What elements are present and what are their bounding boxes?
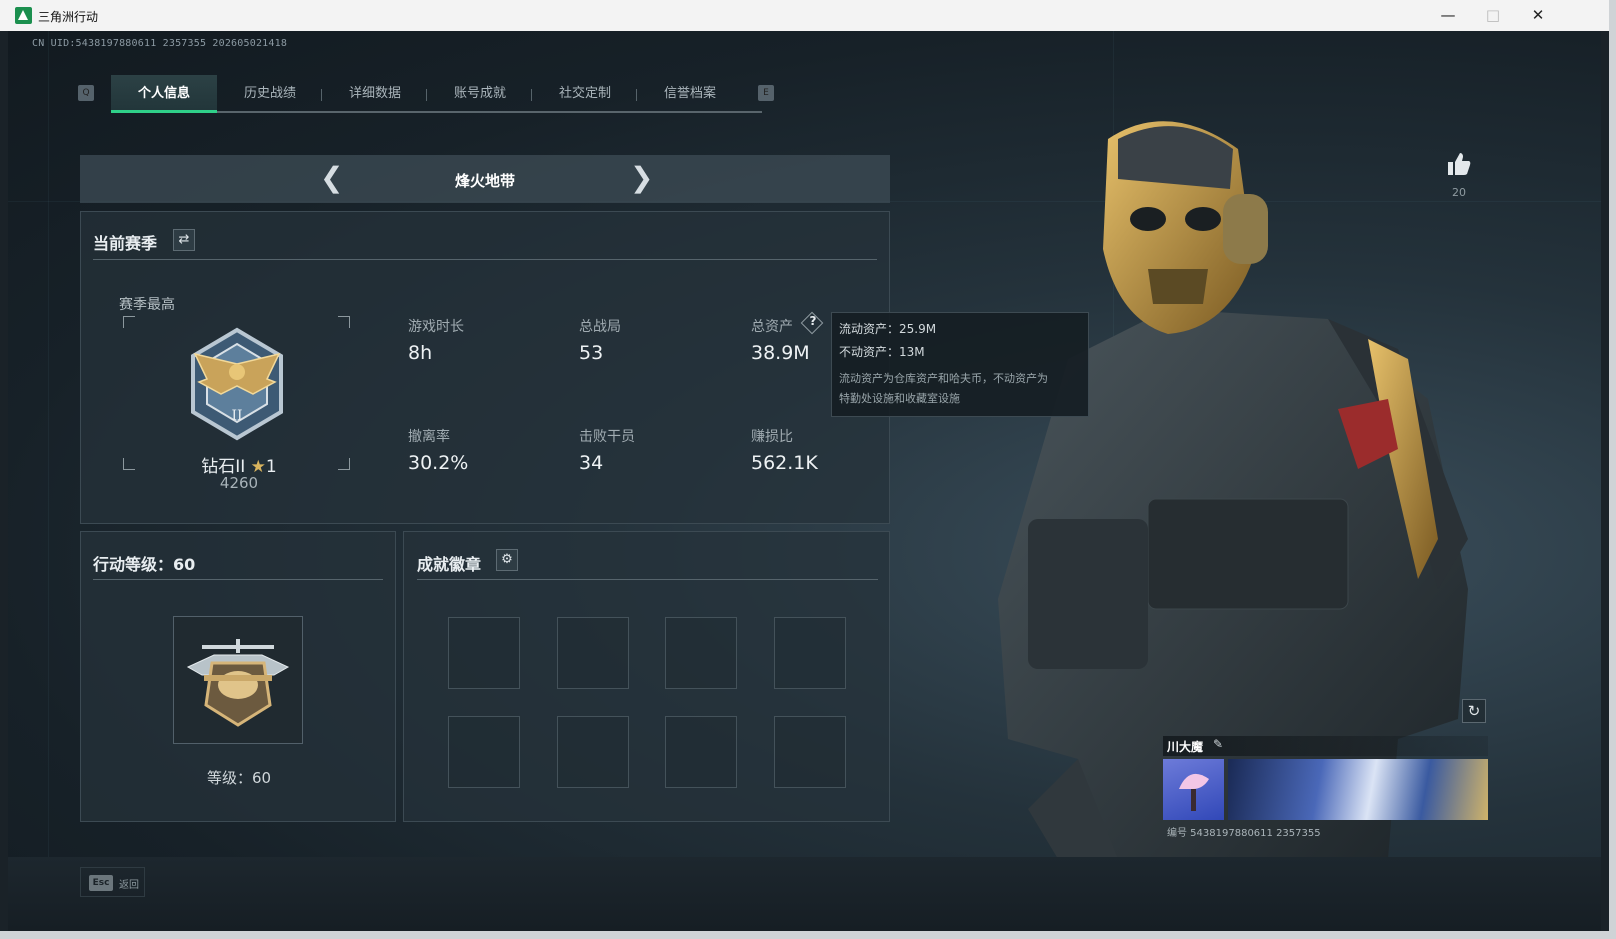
- rotate-view-icon[interactable]: ↻: [1462, 699, 1486, 723]
- app-logo-icon: [15, 7, 32, 24]
- like-icon[interactable]: [1446, 151, 1472, 177]
- asset-tooltip: 流动资产：25.9M 不动资产：13M 流动资产为仓库资产和哈夫币，不动资产为 …: [831, 312, 1089, 417]
- badge-slot[interactable]: [774, 716, 846, 788]
- player-id: 编号 5438197880611 2357355: [1167, 828, 1321, 839]
- help-icon-glyph: ?: [809, 314, 817, 328]
- minimize-button[interactable]: —: [1425, 0, 1471, 31]
- back-label: 返回: [119, 880, 139, 891]
- player-name: 川大魔: [1167, 740, 1204, 754]
- achievement-panel: 成就徽章 ⚙: [403, 531, 890, 822]
- background-watermark: [42, 49, 66, 103]
- mode-next-button[interactable]: ❯: [630, 163, 653, 193]
- stat-assets-value: 38.9M: [751, 342, 810, 364]
- close-button[interactable]: ✕: [1515, 0, 1561, 31]
- tab-credit-record[interactable]: 信誉档案: [637, 75, 743, 113]
- level-text: 等级：60: [206, 769, 272, 787]
- mode-name: 烽火地带: [454, 172, 515, 190]
- stat-playtime-value: 8h: [408, 342, 433, 364]
- level-panel: 行动等级：60 等级：60: [80, 531, 396, 822]
- season-best-label: 赛季最高: [119, 297, 175, 313]
- season-title: 当前赛季: [93, 234, 158, 253]
- stat-matches-value: 53: [579, 342, 604, 364]
- tab-detailed-data[interactable]: 详细数据: [322, 75, 428, 113]
- stat-assets-label: 总资产: [751, 319, 793, 335]
- rank-points: 4260: [219, 474, 259, 492]
- window-title: 三角洲行动: [38, 10, 99, 24]
- rank-emblem-icon: II: [191, 327, 283, 441]
- tab-personal-info[interactable]: 个人信息: [111, 75, 217, 113]
- season-switch-button[interactable]: ⇄: [173, 229, 195, 251]
- helicopter-badge-icon: [186, 639, 290, 727]
- tooltip-liquid-assets: 流动资产：25.9M: [839, 322, 937, 336]
- badge-slot[interactable]: [448, 716, 520, 788]
- game-window: 三角洲行动 — □ ✕ CN UID:5438197880611 2357355…: [0, 0, 1609, 931]
- stat-kills-label: 击败干员: [579, 429, 635, 445]
- badge-slot[interactable]: [774, 617, 846, 689]
- tooltip-note-line1: 流动资产为仓库资产和哈夫币，不动资产为: [839, 372, 1048, 385]
- tab-bar: Q 个人信息 历史战绩 详细数据 账号成就 社交定制 信誉档案 E: [78, 75, 774, 113]
- level-badge-frame: [173, 616, 303, 744]
- tab-next-key[interactable]: E: [758, 85, 774, 101]
- tab-history[interactable]: 历史战绩: [217, 75, 323, 113]
- badge-slot[interactable]: [557, 617, 629, 689]
- player-avatar[interactable]: [1163, 759, 1224, 820]
- back-button[interactable]: Esc 返回: [80, 867, 145, 897]
- tab-prev-key[interactable]: Q: [78, 85, 94, 101]
- badge-slot[interactable]: [448, 617, 520, 689]
- stat-kills-value: 34: [579, 452, 604, 474]
- stat-extract-rate-value: 30.2%: [408, 452, 469, 474]
- stat-matches-label: 总战局: [579, 319, 621, 335]
- achievement-title: 成就徽章: [417, 555, 482, 574]
- game-viewport: CN UID:5438197880611 2357355 20260502141…: [8, 31, 1601, 931]
- badge-slot[interactable]: [557, 716, 629, 788]
- maximize-button[interactable]: □: [1470, 0, 1516, 31]
- esc-key-icon: Esc: [89, 875, 113, 891]
- stat-profit-ratio-value: 562.1K: [751, 452, 818, 474]
- achievement-settings-button[interactable]: ⚙: [496, 549, 518, 571]
- uid-label: CN UID:5438197880611 2357355 20260502141…: [32, 38, 288, 49]
- edit-name-icon[interactable]: ✎: [1213, 737, 1223, 751]
- tooltip-fixed-assets: 不动资产：13M: [839, 345, 925, 359]
- player-namecard[interactable]: 川大魔 ✎ 编号 5438197880611 2357355: [1163, 736, 1488, 839]
- tab-account-achievements[interactable]: 账号成就: [427, 75, 533, 113]
- svg-text:II: II: [231, 408, 242, 424]
- season-panel: 当前赛季 ⇄ 赛季最高 II 钻石II ★1 4260 游戏时长 8h 总战局 …: [80, 211, 890, 524]
- bottom-bar: [8, 857, 1601, 931]
- stat-playtime-label: 游戏时长: [408, 319, 464, 335]
- namecard-banner-image: [1228, 759, 1488, 820]
- badge-slot[interactable]: [665, 716, 737, 788]
- mode-selector: ❮ 烽火地带 ❯: [80, 155, 890, 203]
- stat-extract-rate-label: 撤离率: [408, 429, 450, 445]
- tooltip-note-line2: 特勤处设施和收藏室设施: [839, 392, 960, 405]
- window-titlebar: 三角洲行动 — □ ✕: [0, 0, 1609, 31]
- tab-social-custom[interactable]: 社交定制: [532, 75, 638, 113]
- badge-slot[interactable]: [665, 617, 737, 689]
- level-title: 行动等级：60: [93, 555, 196, 574]
- like-count: 20: [1452, 186, 1466, 199]
- stat-profit-ratio-label: 赚损比: [751, 429, 793, 445]
